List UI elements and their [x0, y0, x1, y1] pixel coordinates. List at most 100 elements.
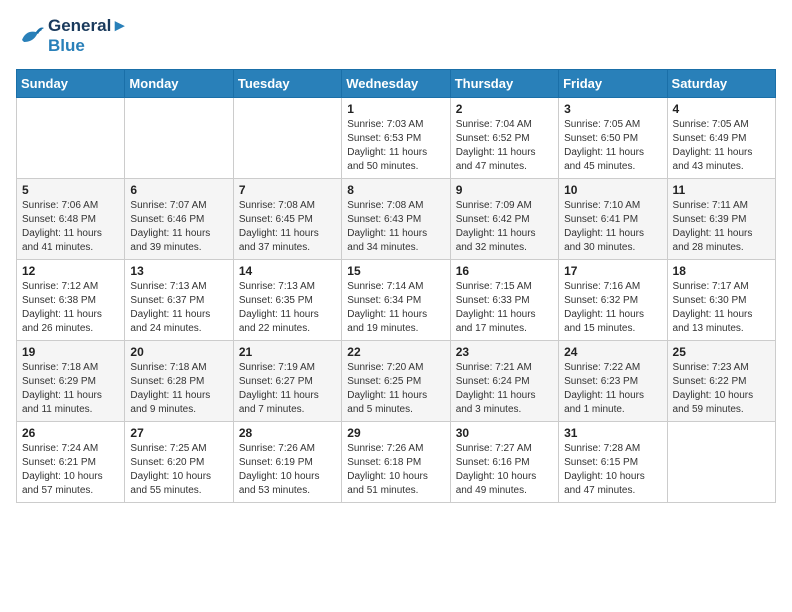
day-info: Sunrise: 7:08 AM Sunset: 6:43 PM Dayligh… — [347, 199, 444, 255]
day-number: 26 — [22, 426, 119, 440]
calendar-cell: 9Sunrise: 7:09 AM Sunset: 6:42 PM Daylig… — [450, 178, 558, 259]
day-number: 3 — [564, 102, 661, 116]
calendar-cell: 18 Sunrise: 7:17 AM Sunset: 6:30 PM Dayli… — [667, 259, 775, 340]
day-info: Sunrise: 7:05 AM Sunset: 6:49 PM Dayligh… — [673, 118, 770, 174]
day-number: 4 — [673, 102, 770, 116]
day-info: Sunrise: 7:16 AM Sunset: 6:32 PM Dayligh… — [564, 280, 661, 336]
day-info: Sunrise: 7:04 AM Sunset: 6:52 PM Dayligh… — [456, 118, 553, 174]
calendar-cell: 31 Sunrise: 7:28 AM Sunset: 6:15 PM Dayli… — [559, 421, 667, 502]
day-number: 19 — [22, 345, 119, 359]
day-info: Sunrise: 7:03 AM Sunset: 6:53 PM Dayligh… — [347, 118, 444, 174]
day-info: Sunrise: 7:05 AM Sunset: 6:50 PM Dayligh… — [564, 118, 661, 174]
col-header-wednesday: Wednesday — [342, 69, 450, 97]
calendar-cell: 12 Sunrise: 7:12 AM Sunset: 6:38 PM Dayli… — [17, 259, 125, 340]
day-number: 23 — [456, 345, 553, 359]
day-info: Sunrise: 7:08 AM Sunset: 6:45 PM Dayligh… — [239, 199, 336, 255]
calendar-week-row: 19 Sunrise: 7:18 AM Sunset: 6:29 PM Dayli… — [17, 340, 776, 421]
day-number: 20 — [130, 345, 227, 359]
day-info: Sunrise: 7:11 AM Sunset: 6:39 PM Dayligh… — [673, 199, 770, 255]
calendar-cell: 7 Sunrise: 7:08 AM Sunset: 6:45 PM Daylig… — [233, 178, 341, 259]
logo-icon — [16, 22, 44, 50]
calendar-cell: 10 Sunrise: 7:10 AM Sunset: 6:41 PM Dayli… — [559, 178, 667, 259]
calendar-cell: 4 Sunrise: 7:05 AM Sunset: 6:49 PM Daylig… — [667, 97, 775, 178]
day-number: 13 — [130, 264, 227, 278]
day-number: 17 — [564, 264, 661, 278]
calendar-cell: 2 Sunrise: 7:04 AM Sunset: 6:52 PM Daylig… — [450, 97, 558, 178]
day-number: 5 — [22, 183, 119, 197]
calendar-cell: 19 Sunrise: 7:18 AM Sunset: 6:29 PM Dayli… — [17, 340, 125, 421]
col-header-thursday: Thursday — [450, 69, 558, 97]
day-number: 15 — [347, 264, 444, 278]
day-info: Sunrise: 7:13 AM Sunset: 6:37 PM Dayligh… — [130, 280, 227, 336]
day-info: Sunrise: 7:07 AM Sunset: 6:46 PM Dayligh… — [130, 199, 227, 255]
day-info: Sunrise: 7:28 AM Sunset: 6:15 PM Dayligh… — [564, 442, 661, 498]
calendar-cell: 13 Sunrise: 7:13 AM Sunset: 6:37 PM Dayli… — [125, 259, 233, 340]
page-header: General► Blue — [16, 16, 776, 57]
day-number: 24 — [564, 345, 661, 359]
calendar-cell: 5 Sunrise: 7:06 AM Sunset: 6:48 PM Daylig… — [17, 178, 125, 259]
calendar-cell: 27 Sunrise: 7:25 AM Sunset: 6:20 PM Dayli… — [125, 421, 233, 502]
calendar-cell: 6 Sunrise: 7:07 AM Sunset: 6:46 PM Daylig… — [125, 178, 233, 259]
day-number: 31 — [564, 426, 661, 440]
calendar-cell: 30 Sunrise: 7:27 AM Sunset: 6:16 PM Dayli… — [450, 421, 558, 502]
calendar-cell: 24 Sunrise: 7:22 AM Sunset: 6:23 PM Dayli… — [559, 340, 667, 421]
day-info: Sunrise: 7:26 AM Sunset: 6:18 PM Dayligh… — [347, 442, 444, 498]
col-header-tuesday: Tuesday — [233, 69, 341, 97]
calendar-cell: 21 Sunrise: 7:19 AM Sunset: 6:27 PM Dayli… — [233, 340, 341, 421]
calendar-cell: 25 Sunrise: 7:23 AM Sunset: 6:22 PM Dayli… — [667, 340, 775, 421]
day-info: Sunrise: 7:18 AM Sunset: 6:29 PM Dayligh… — [22, 361, 119, 417]
day-number: 18 — [673, 264, 770, 278]
calendar-cell: 11Sunrise: 7:11 AM Sunset: 6:39 PM Dayli… — [667, 178, 775, 259]
day-info: Sunrise: 7:12 AM Sunset: 6:38 PM Dayligh… — [22, 280, 119, 336]
day-number: 30 — [456, 426, 553, 440]
calendar-cell — [125, 97, 233, 178]
calendar-cell — [233, 97, 341, 178]
calendar-week-row: 5 Sunrise: 7:06 AM Sunset: 6:48 PM Daylig… — [17, 178, 776, 259]
day-number: 29 — [347, 426, 444, 440]
day-info: Sunrise: 7:22 AM Sunset: 6:23 PM Dayligh… — [564, 361, 661, 417]
calendar-table: SundayMondayTuesdayWednesdayThursdayFrid… — [16, 69, 776, 503]
day-info: Sunrise: 7:10 AM Sunset: 6:41 PM Dayligh… — [564, 199, 661, 255]
day-info: Sunrise: 7:27 AM Sunset: 6:16 PM Dayligh… — [456, 442, 553, 498]
day-info: Sunrise: 7:13 AM Sunset: 6:35 PM Dayligh… — [239, 280, 336, 336]
day-info: Sunrise: 7:23 AM Sunset: 6:22 PM Dayligh… — [673, 361, 770, 417]
day-number: 25 — [673, 345, 770, 359]
day-number: 21 — [239, 345, 336, 359]
day-info: Sunrise: 7:14 AM Sunset: 6:34 PM Dayligh… — [347, 280, 444, 336]
day-number: 7 — [239, 183, 336, 197]
calendar-cell: 22 Sunrise: 7:20 AM Sunset: 6:25 PM Dayli… — [342, 340, 450, 421]
day-info: Sunrise: 7:15 AM Sunset: 6:33 PM Dayligh… — [456, 280, 553, 336]
calendar-cell: 3 Sunrise: 7:05 AM Sunset: 6:50 PM Daylig… — [559, 97, 667, 178]
calendar-cell: 20Sunrise: 7:18 AM Sunset: 6:28 PM Dayli… — [125, 340, 233, 421]
calendar-week-row: 26Sunrise: 7:24 AM Sunset: 6:21 PM Dayli… — [17, 421, 776, 502]
day-info: Sunrise: 7:19 AM Sunset: 6:27 PM Dayligh… — [239, 361, 336, 417]
calendar-cell: 17 Sunrise: 7:16 AM Sunset: 6:32 PM Dayli… — [559, 259, 667, 340]
calendar-cell: 16Sunrise: 7:15 AM Sunset: 6:33 PM Dayli… — [450, 259, 558, 340]
day-number: 1 — [347, 102, 444, 116]
calendar-cell: 14Sunrise: 7:13 AM Sunset: 6:35 PM Dayli… — [233, 259, 341, 340]
calendar-cell — [667, 421, 775, 502]
col-header-friday: Friday — [559, 69, 667, 97]
day-number: 22 — [347, 345, 444, 359]
calendar-cell: 8 Sunrise: 7:08 AM Sunset: 6:43 PM Daylig… — [342, 178, 450, 259]
logo-text: General► Blue — [48, 16, 128, 57]
day-number: 8 — [347, 183, 444, 197]
day-info: Sunrise: 7:06 AM Sunset: 6:48 PM Dayligh… — [22, 199, 119, 255]
day-number: 2 — [456, 102, 553, 116]
day-info: Sunrise: 7:26 AM Sunset: 6:19 PM Dayligh… — [239, 442, 336, 498]
day-number: 9 — [456, 183, 553, 197]
day-number: 27 — [130, 426, 227, 440]
day-number: 10 — [564, 183, 661, 197]
calendar-cell: 29 Sunrise: 7:26 AM Sunset: 6:18 PM Dayli… — [342, 421, 450, 502]
day-info: Sunrise: 7:17 AM Sunset: 6:30 PM Dayligh… — [673, 280, 770, 336]
day-info: Sunrise: 7:25 AM Sunset: 6:20 PM Dayligh… — [130, 442, 227, 498]
calendar-cell: 26Sunrise: 7:24 AM Sunset: 6:21 PM Dayli… — [17, 421, 125, 502]
day-info: Sunrise: 7:20 AM Sunset: 6:25 PM Dayligh… — [347, 361, 444, 417]
day-number: 6 — [130, 183, 227, 197]
col-header-monday: Monday — [125, 69, 233, 97]
day-number: 28 — [239, 426, 336, 440]
day-number: 12 — [22, 264, 119, 278]
calendar-cell: 28 Sunrise: 7:26 AM Sunset: 6:19 PM Dayli… — [233, 421, 341, 502]
logo: General► Blue — [16, 16, 128, 57]
calendar-cell — [17, 97, 125, 178]
